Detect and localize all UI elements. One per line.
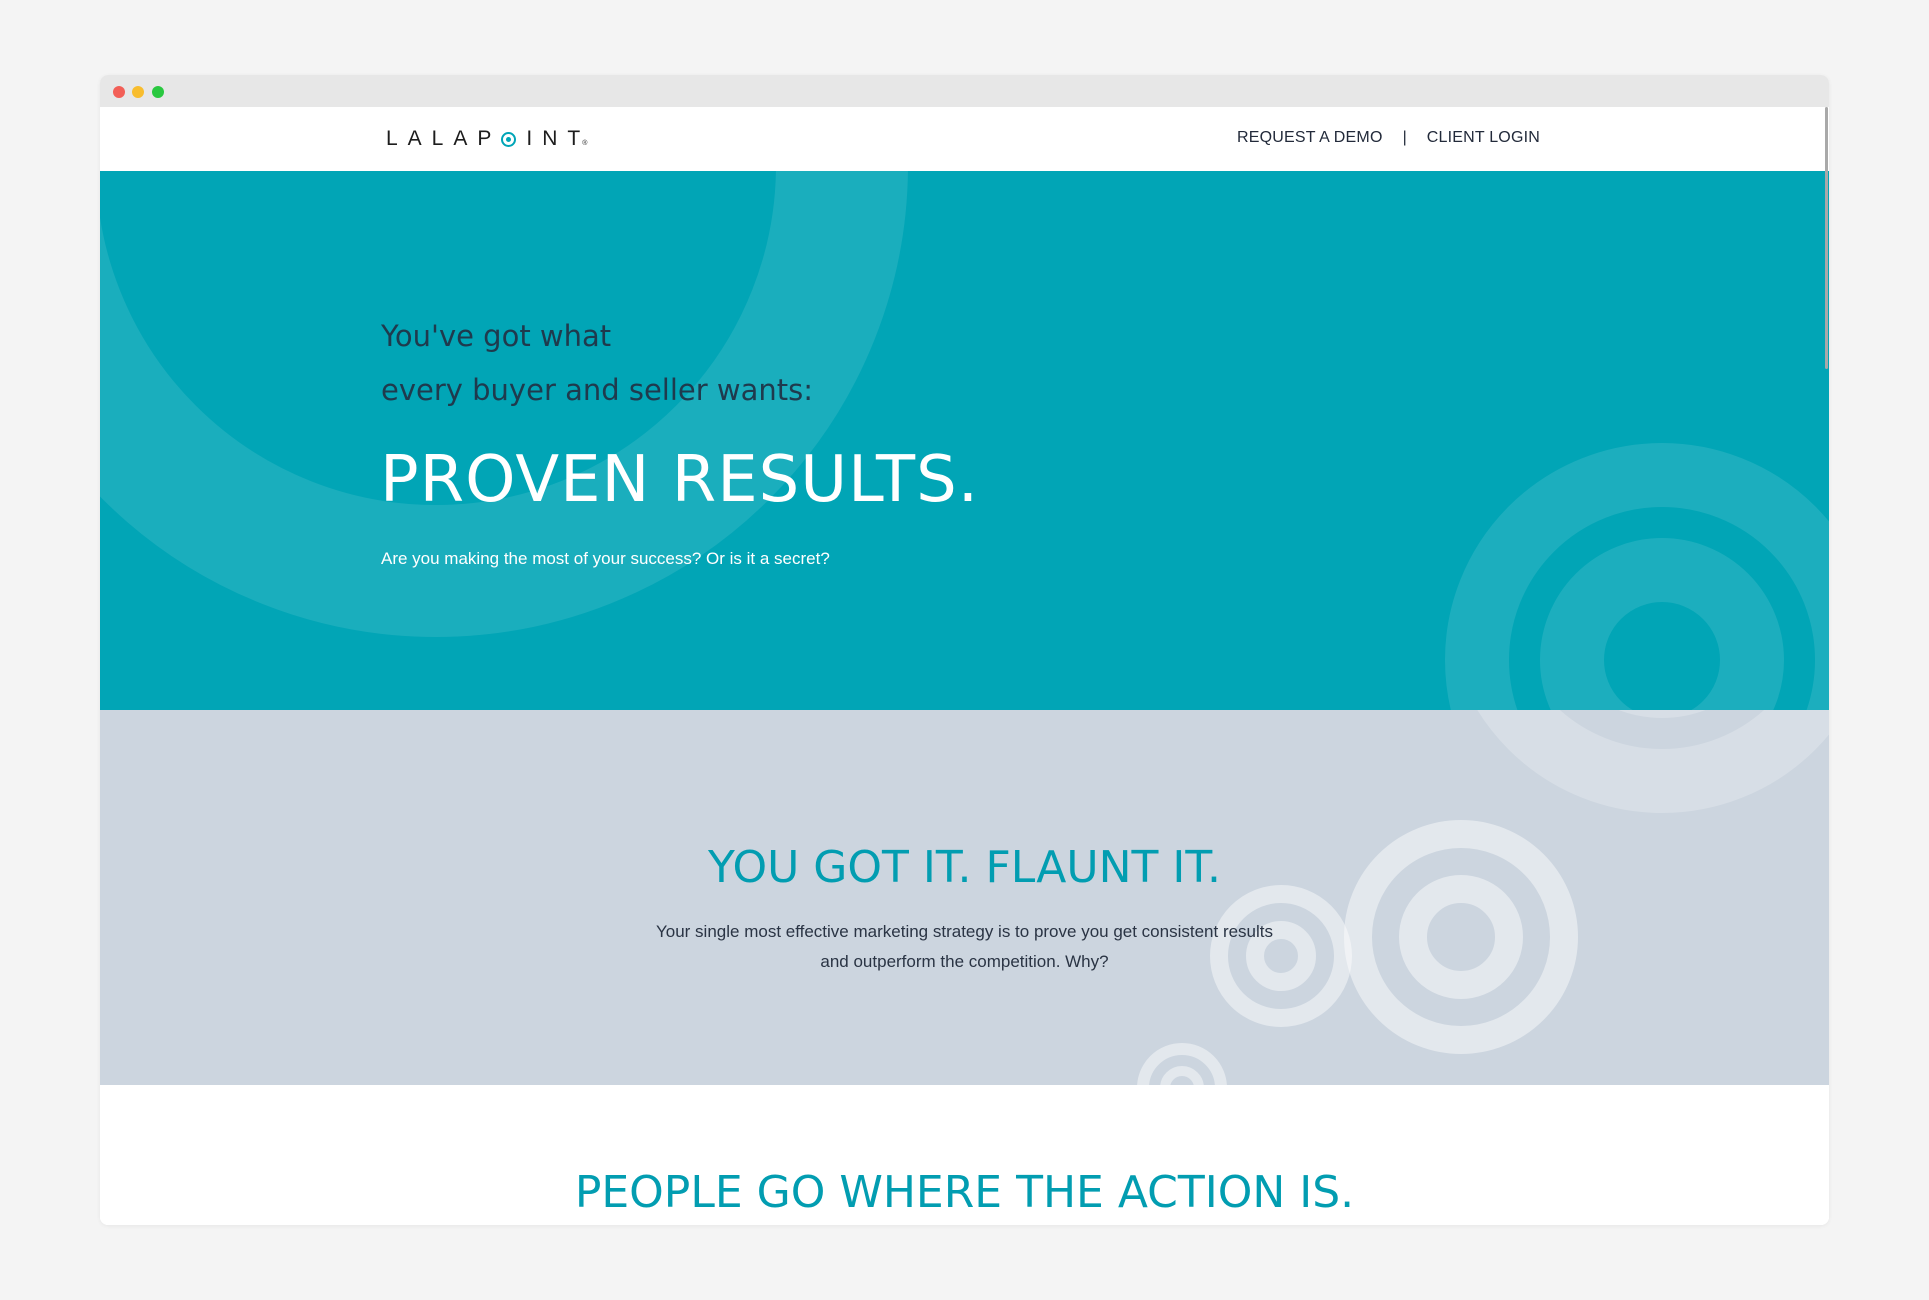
hero-ring-right-outer	[1445, 443, 1829, 710]
logo: LALAP INT ®	[386, 127, 587, 151]
action-section: PEOPLE GO WHERE THE ACTION IS.	[100, 1085, 1829, 1225]
flaunt-title: YOU GOT IT. FLAUNT IT.	[707, 842, 1222, 893]
nav-separator: |	[1402, 129, 1407, 146]
page-viewport: You've got what every buyer and seller w…	[100, 107, 1829, 1225]
maximize-window-button[interactable]	[152, 86, 164, 98]
browser-titlebar	[100, 75, 1829, 107]
logo-text-lalap: LALAP	[386, 127, 502, 150]
flaunt-ring-right-outer	[1477, 710, 1829, 813]
flaunt-body-line-2: and outperform the competition. Why?	[820, 952, 1109, 971]
hero-ring-edge	[100, 271, 123, 331]
hero-lead-line-2: every buyer and seller wants:	[381, 373, 814, 407]
client-login-link[interactable]: CLIENT LOGIN	[1427, 129, 1540, 147]
scrollbar-thumb[interactable]	[1825, 107, 1828, 369]
action-title: PEOPLE GO WHERE THE ACTION IS.	[574, 1167, 1355, 1218]
vertical-scrollbar[interactable]	[1825, 107, 1829, 1225]
ring-tiny-inner	[1160, 1066, 1204, 1085]
registered-mark: ®	[582, 139, 588, 147]
logo-text-int: INT	[526, 127, 591, 150]
hero-subtitle: Are you making the most of your success?…	[381, 549, 830, 568]
hero-ring-large-inner	[316, 171, 556, 285]
hero-lead-line-1: You've got what	[381, 319, 612, 353]
hero-lead-text: You've got what every buyer and seller w…	[381, 309, 813, 417]
ring-tiny-outer	[1137, 1043, 1227, 1085]
request-demo-link[interactable]: REQUEST A DEMO	[1237, 129, 1383, 147]
flaunt-body: Your single most effective marketing str…	[100, 917, 1829, 977]
browser-window: You've got what every buyer and seller w…	[100, 75, 1829, 1225]
hero-rings-decoration	[100, 171, 1829, 710]
header-nav: REQUEST A DEMO | CLIENT LOGIN	[1237, 129, 1540, 147]
hero-title: PROVEN RESULTS.	[380, 443, 980, 517]
flaunt-body-line-1: Your single most effective marketing str…	[655, 922, 1274, 941]
logo-target-icon	[501, 131, 517, 147]
flaunt-section: YOU GOT IT. FLAUNT IT. Your single most …	[100, 710, 1829, 1085]
hero-section: You've got what every buyer and seller w…	[100, 171, 1829, 710]
flaunt-rings-decoration	[1137, 710, 1829, 1085]
minimize-window-button[interactable]	[132, 86, 144, 98]
logo-link[interactable]: LALAP INT ®	[386, 127, 587, 151]
close-window-button[interactable]	[113, 86, 125, 98]
hero-ring-right-inner	[1540, 538, 1784, 710]
site-header: LALAP INT ® REQUEST A DEMO | CLIENT LOGIN	[100, 107, 1829, 171]
